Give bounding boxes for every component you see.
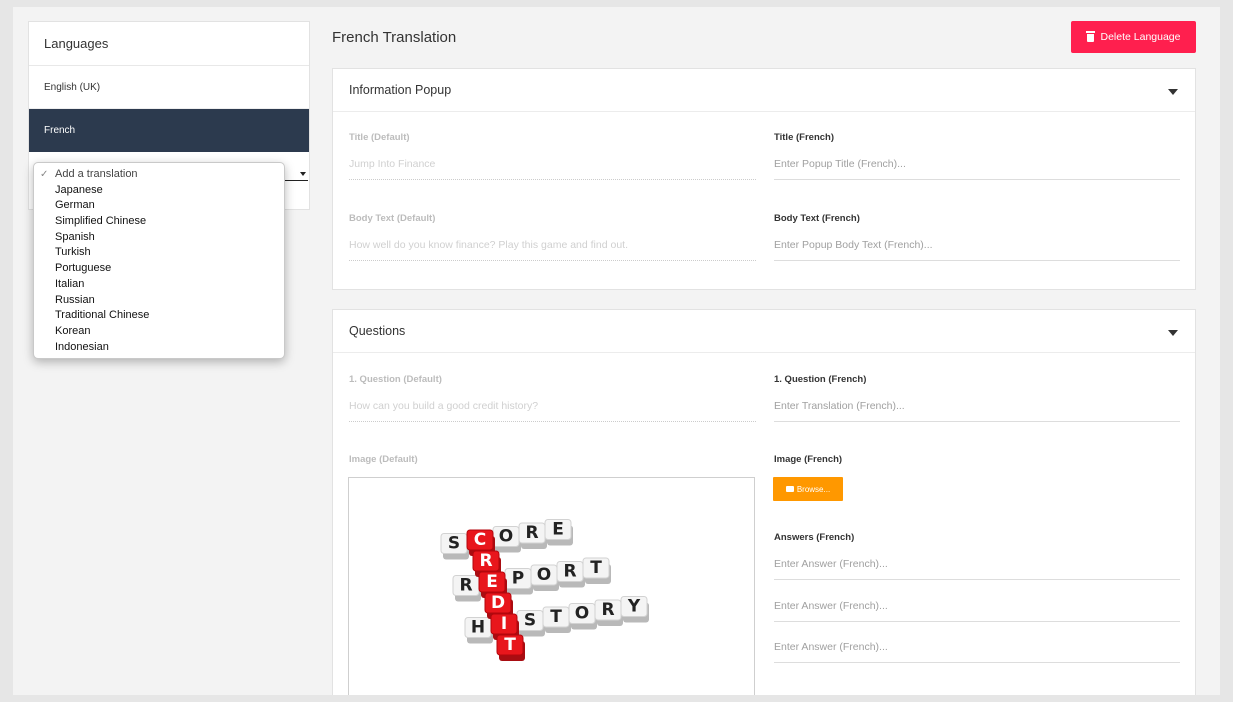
question-default-field: 1. Question (Default) How can you build … bbox=[349, 374, 756, 422]
svg-text:T: T bbox=[590, 558, 602, 578]
svg-text:R: R bbox=[479, 551, 492, 571]
dropdown-option[interactable]: Italian bbox=[34, 277, 284, 293]
body-default-value: How well do you know finance? Play this … bbox=[349, 239, 756, 261]
title-default-value: Jump Into Finance bbox=[349, 158, 756, 180]
answer-input[interactable]: Enter Answer (French)... bbox=[774, 641, 1180, 663]
letter-tile: O bbox=[492, 526, 521, 553]
svg-text:O: O bbox=[575, 604, 589, 624]
letter-tile: S bbox=[516, 610, 545, 637]
svg-text:O: O bbox=[499, 527, 513, 547]
title-french-label: Title (French) bbox=[774, 132, 834, 143]
svg-text:R: R bbox=[601, 600, 614, 620]
body-french-field[interactable]: Body Text (French) Enter Popup Body Text… bbox=[774, 213, 1180, 261]
sidebar-item-english-uk[interactable]: English (UK) bbox=[29, 66, 309, 109]
svg-text:P: P bbox=[512, 569, 524, 589]
questions-header[interactable]: Questions bbox=[333, 310, 1195, 353]
dropdown-option[interactable]: Russian bbox=[34, 293, 284, 309]
letter-tile: S bbox=[440, 533, 469, 560]
dropdown-option[interactable]: German bbox=[34, 198, 284, 214]
question-default-value: How can you build a good credit history? bbox=[349, 400, 756, 422]
svg-text:R: R bbox=[563, 562, 576, 582]
svg-text:H: H bbox=[471, 618, 485, 638]
svg-text:D: D bbox=[491, 593, 505, 613]
question-french-field[interactable]: 1. Question (French) Enter Translation (… bbox=[774, 374, 1180, 422]
languages-title: Languages bbox=[29, 22, 309, 66]
svg-text:T: T bbox=[550, 607, 562, 627]
question-default-label: 1. Question (Default) bbox=[349, 374, 442, 385]
information-popup-card: Information Popup Title (Default) Jump I… bbox=[332, 68, 1196, 290]
svg-text:I: I bbox=[501, 614, 507, 634]
chevron-down-icon bbox=[300, 172, 306, 176]
dropdown-option[interactable]: Indonesian bbox=[34, 340, 284, 356]
letter-tile: R bbox=[556, 561, 585, 588]
select-underline bbox=[283, 180, 308, 181]
collapse-icon[interactable] bbox=[1168, 89, 1178, 95]
body-french-input[interactable]: Enter Popup Body Text (French)... bbox=[774, 239, 1180, 261]
letter-tile: R bbox=[452, 575, 481, 602]
title-french-input[interactable]: Enter Popup Title (French)... bbox=[774, 158, 1180, 180]
dropdown-option[interactable]: Turkish bbox=[34, 245, 284, 261]
dropdown-option[interactable]: Simplified Chinese bbox=[34, 214, 284, 230]
questions-card: Questions 1. Question (Default) How can … bbox=[332, 309, 1196, 695]
dropdown-option[interactable]: Japanese bbox=[34, 183, 284, 199]
answer-input[interactable]: Enter Answer (French)... bbox=[774, 600, 1180, 622]
svg-text:E: E bbox=[486, 572, 498, 592]
letter-tile: R bbox=[594, 599, 623, 626]
letter-tile: Y bbox=[620, 596, 649, 623]
svg-text:T: T bbox=[504, 635, 516, 655]
svg-text:S: S bbox=[448, 534, 460, 554]
letter-tile: T bbox=[582, 557, 611, 584]
svg-text:S: S bbox=[524, 611, 536, 631]
svg-text:R: R bbox=[525, 523, 538, 543]
svg-text:C: C bbox=[474, 530, 486, 550]
letter-tile: O bbox=[568, 603, 597, 630]
svg-text:O: O bbox=[537, 565, 551, 585]
delete-language-label: Delete Language bbox=[1100, 31, 1181, 43]
add-translation-dropdown[interactable]: ✓ Add a translation Japanese German Simpl… bbox=[33, 162, 285, 359]
body-default-label: Body Text (Default) bbox=[349, 213, 436, 224]
checkmark-icon: ✓ bbox=[40, 169, 49, 180]
browse-button[interactable]: Browse... bbox=[773, 477, 843, 501]
questions-title: Questions bbox=[349, 324, 406, 338]
dropdown-option[interactable]: ✓ Add a translation bbox=[34, 167, 284, 183]
letter-tile: H bbox=[464, 617, 493, 644]
dropdown-option[interactable]: Traditional Chinese bbox=[34, 308, 284, 324]
information-popup-header[interactable]: Information Popup bbox=[333, 69, 1195, 112]
sidebar-item-french[interactable]: French bbox=[29, 109, 309, 152]
folder-icon bbox=[785, 486, 794, 492]
dropdown-option[interactable]: Portuguese bbox=[34, 261, 284, 277]
dropdown-option[interactable]: Korean bbox=[34, 324, 284, 340]
image-default-label: Image (Default) bbox=[349, 454, 418, 465]
svg-text:Y: Y bbox=[627, 597, 641, 617]
app-frame: Languages English (UK) French ✓ Add a tra… bbox=[13, 7, 1220, 695]
question-french-label: 1. Question (French) bbox=[774, 374, 867, 385]
letter-tile: R bbox=[518, 522, 547, 549]
information-popup-title: Information Popup bbox=[349, 83, 452, 97]
letter-tile-red: T bbox=[496, 634, 525, 661]
trash-icon bbox=[1085, 31, 1095, 42]
title-default-field: Title (Default) Jump Into Finance bbox=[349, 132, 756, 180]
letter-tile: T bbox=[542, 606, 571, 633]
letter-tile: E bbox=[544, 519, 573, 546]
answer-input[interactable]: Enter Answer (French)... bbox=[774, 558, 1180, 580]
collapse-icon[interactable] bbox=[1168, 330, 1178, 336]
title-french-field[interactable]: Title (French) Enter Popup Title (French… bbox=[774, 132, 1180, 180]
question-default-image: SORERPORTHSTORYCREDIT bbox=[348, 477, 755, 695]
letter-tile: O bbox=[530, 564, 559, 591]
svg-text:E: E bbox=[552, 520, 564, 540]
browse-label: Browse... bbox=[796, 484, 831, 494]
image-french-label: Image (French) bbox=[774, 454, 843, 465]
dropdown-option[interactable]: Spanish bbox=[34, 230, 284, 246]
letter-tile: P bbox=[504, 568, 533, 595]
crossword-image: S O R ER P O R TH S T O R YCREDIT bbox=[440, 519, 649, 661]
question-french-input[interactable]: Enter Translation (French)... bbox=[774, 400, 1180, 422]
answers-label: Answers (French) bbox=[774, 532, 855, 543]
body-default-field: Body Text (Default) How well do you know… bbox=[349, 213, 756, 261]
title-default-label: Title (Default) bbox=[349, 132, 410, 143]
page-title: French Translation bbox=[332, 29, 457, 46]
delete-language-button[interactable]: Delete Language bbox=[1071, 21, 1196, 53]
body-french-label: Body Text (French) bbox=[774, 213, 860, 224]
svg-text:R: R bbox=[459, 576, 472, 596]
